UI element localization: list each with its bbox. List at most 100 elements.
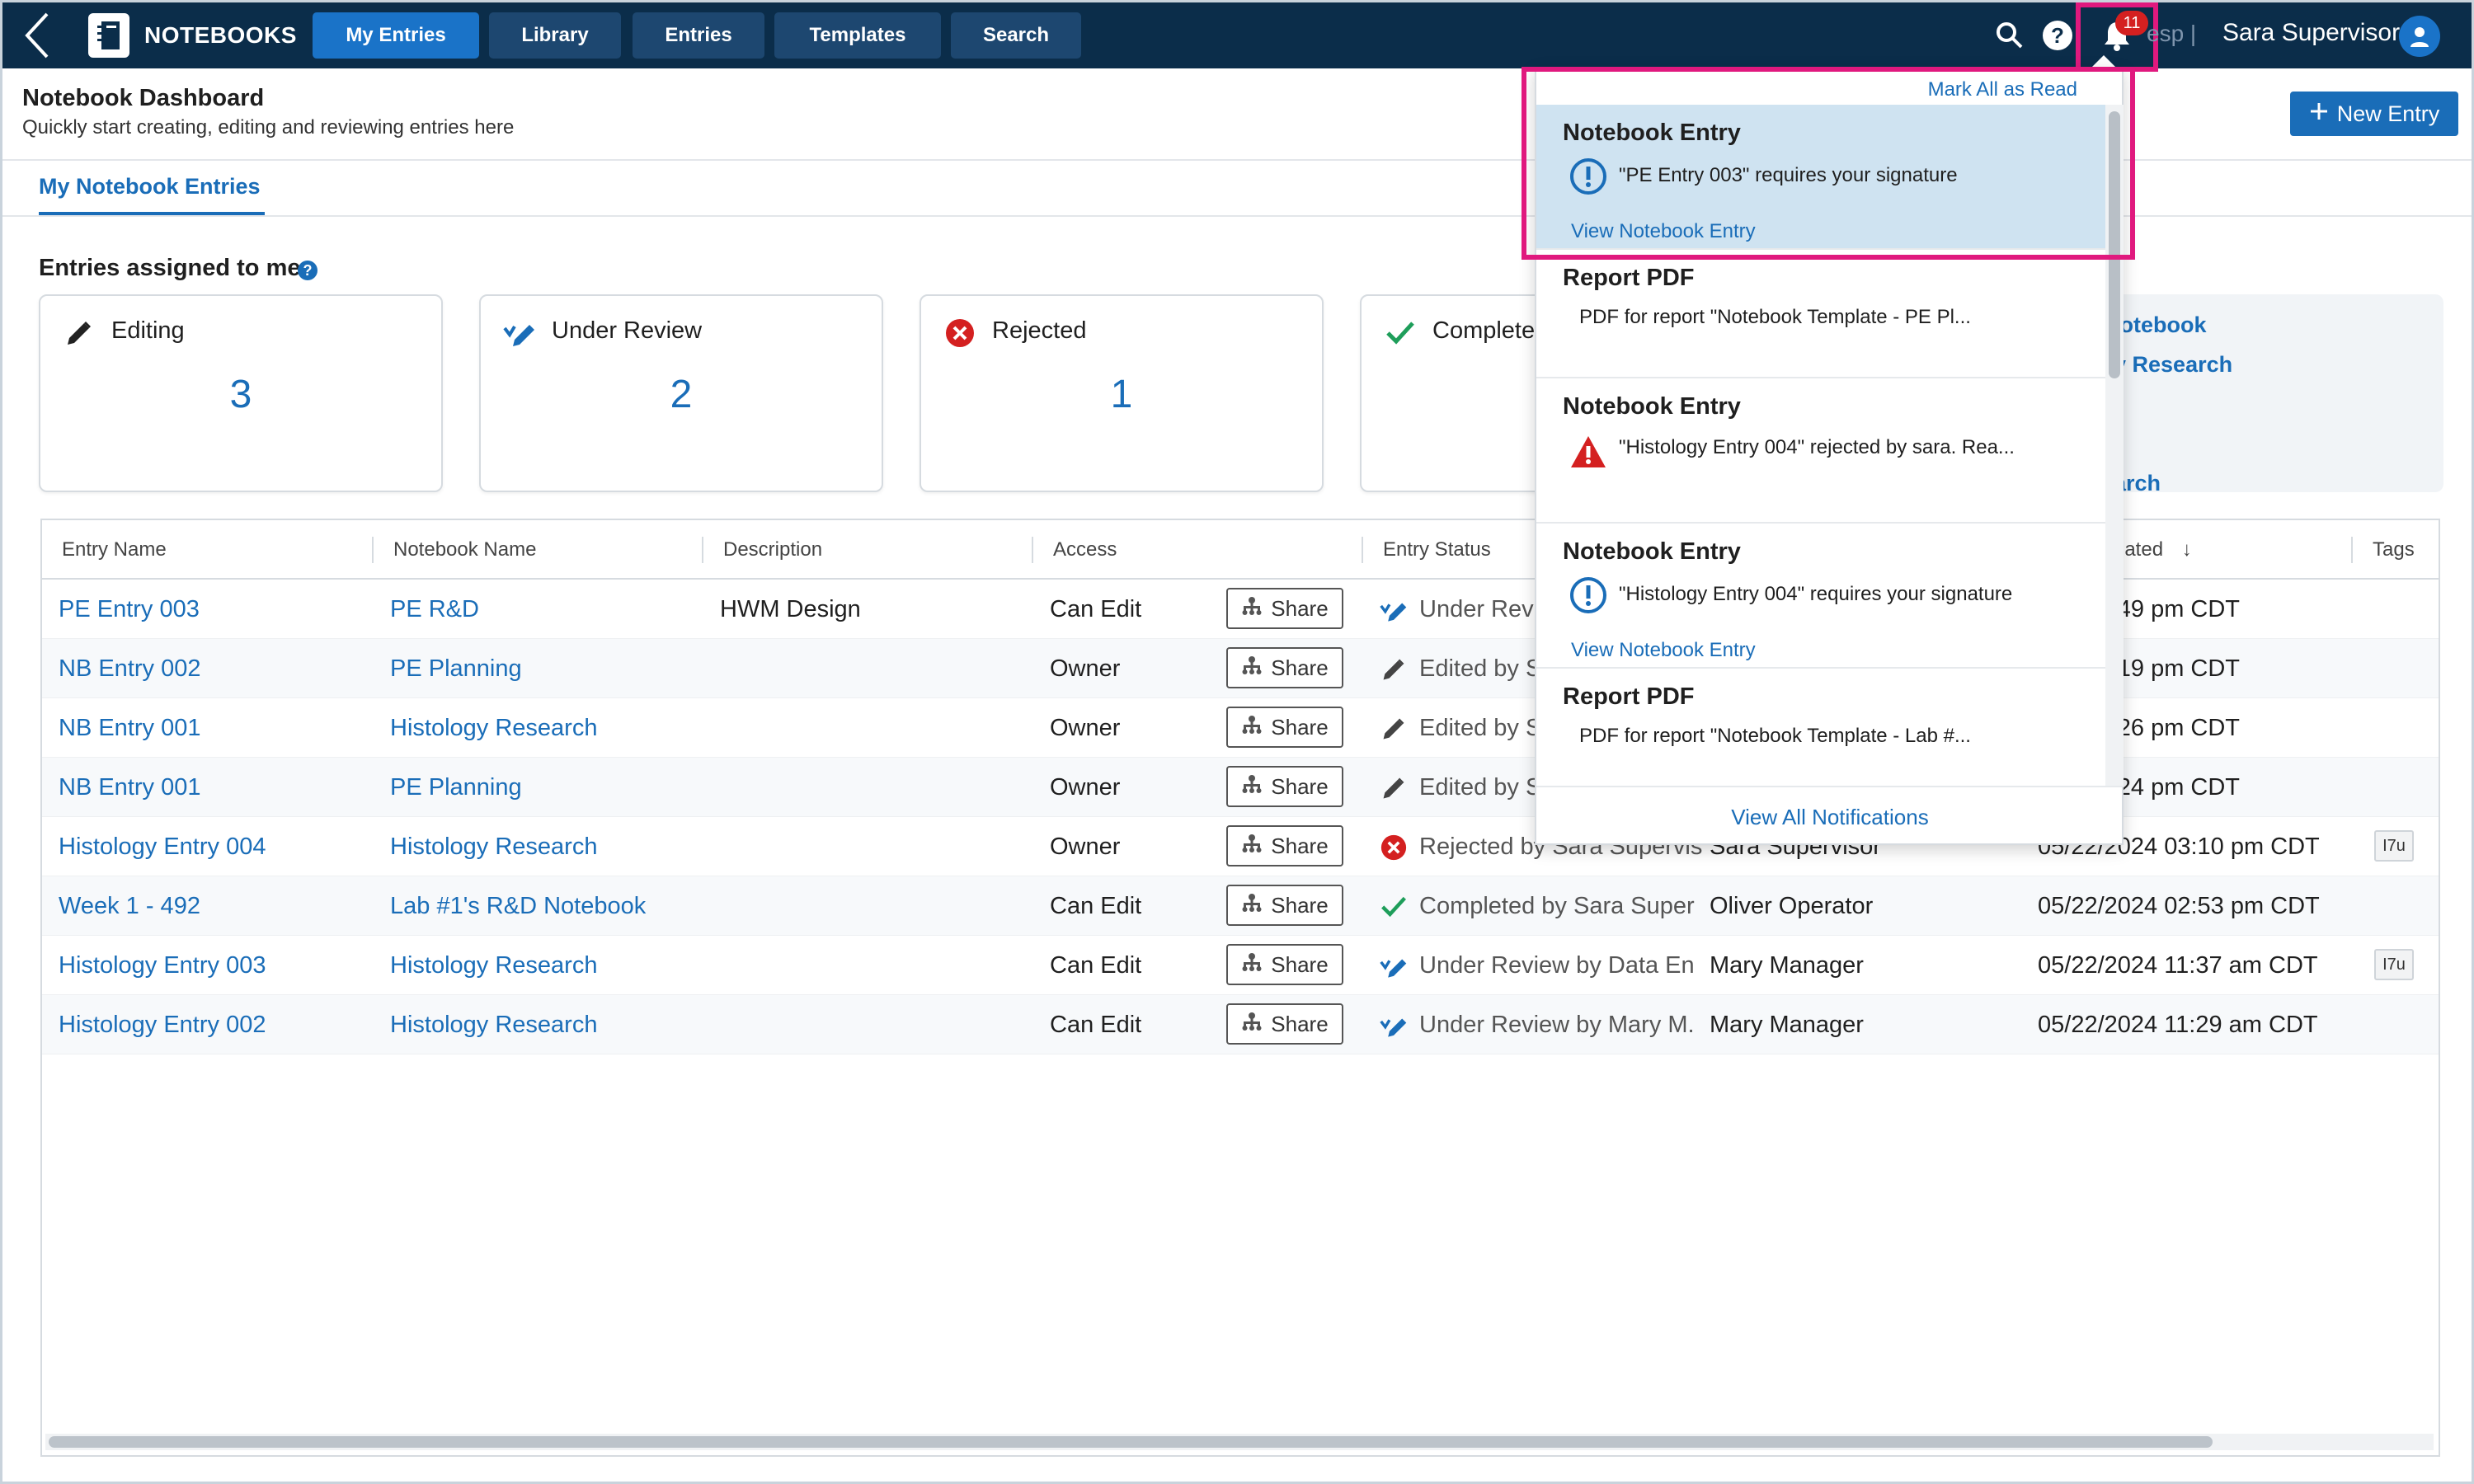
share-hierarchy-icon	[1241, 952, 1263, 978]
info-help-icon[interactable]: ?	[298, 261, 317, 280]
recent-notebook-link[interactable]: lotebook	[2114, 312, 2207, 338]
notebook-name-link[interactable]: Histology Research	[390, 952, 703, 979]
notebook-name-link[interactable]: PE R&D	[390, 596, 703, 623]
card-rejected[interactable]: Rejected 1	[920, 294, 1324, 492]
tab-entries[interactable]: Entries	[633, 12, 764, 59]
column-header-entry-status[interactable]: Entry Status	[1383, 538, 1491, 561]
entry-status-cell: Completed by Sara Super	[1419, 893, 1695, 919]
notification-item[interactable]: Notebook Entry "PE Entry 003" requires y…	[1536, 105, 2105, 250]
column-header-access[interactable]: Access	[1053, 538, 1117, 561]
entry-name-link[interactable]: Histology Entry 003	[59, 952, 372, 979]
share-button[interactable]: Share	[1226, 825, 1343, 866]
rejected-x-icon	[943, 316, 977, 350]
notification-item[interactable]: Notebook Entry "Histology Entry 004" rej…	[1536, 378, 2105, 524]
share-button[interactable]: Share	[1226, 647, 1343, 688]
tab-my-notebook-entries[interactable]: My Notebook Entries	[39, 174, 261, 200]
access-cell: Owner	[1050, 774, 1121, 801]
user-avatar-icon[interactable]	[2399, 16, 2440, 57]
column-header-description[interactable]: Description	[723, 538, 822, 561]
share-label: Share	[1271, 773, 1329, 799]
notebook-name-link[interactable]: PE Planning	[390, 774, 703, 801]
column-divider[interactable]	[1362, 537, 1363, 563]
entry-name-link[interactable]: Histology Entry 004	[59, 834, 372, 861]
access-cell: Can Edit	[1050, 893, 1142, 919]
access-cell: Owner	[1050, 655, 1121, 682]
column-header-tags[interactable]: Tags	[2373, 538, 2415, 561]
share-button[interactable]: Share	[1226, 588, 1343, 629]
new-entry-button[interactable]: New Entry	[2290, 92, 2458, 136]
column-header-entry-name[interactable]: Entry Name	[62, 538, 167, 561]
share-button[interactable]: Share	[1226, 1003, 1343, 1045]
view-notebook-entry-link[interactable]: View Notebook Entry	[1571, 220, 1756, 243]
recent-notebook-link[interactable]: y Research	[2114, 352, 2232, 378]
notebook-name-link[interactable]: PE Planning	[390, 655, 703, 683]
table-row[interactable]: Histology Entry 002 Histology Research Can…	[42, 995, 2439, 1054]
column-divider[interactable]	[372, 537, 374, 563]
card-under-review[interactable]: Under Review 2	[479, 294, 883, 492]
notebook-name-link[interactable]: Histology Research	[390, 1012, 703, 1039]
tab-my-entries[interactable]: My Entries	[313, 12, 479, 59]
back-chevron-icon[interactable]	[17, 7, 57, 63]
assignee-cell: Mary Manager	[1710, 1012, 1864, 1038]
horizontal-scrollbar-thumb[interactable]	[49, 1436, 2213, 1448]
page-title: Notebook Dashboard	[22, 85, 265, 111]
tag-chip[interactable]: I7u	[2374, 830, 2414, 862]
notifications-button[interactable]: 11	[2076, 2, 2158, 72]
rejected-x-icon	[1380, 834, 1408, 862]
notebook-name-link[interactable]: Histology Research	[390, 715, 703, 742]
app-window: NOTEBOOKS My Entries Library Entries Tem…	[0, 0, 2474, 1484]
notebook-name-link[interactable]: Histology Research	[390, 834, 703, 861]
column-divider[interactable]	[2351, 537, 2353, 563]
brand-name: NOTEBOOKS	[144, 22, 297, 48]
notification-list: Notebook Entry "PE Entry 003" requires y…	[1536, 105, 2105, 786]
sort-down-arrow-icon: ↓	[2181, 538, 2192, 561]
column-divider[interactable]	[1032, 537, 1033, 563]
tab-search[interactable]: Search	[951, 12, 1081, 59]
column-header-last-updated[interactable]: lated ↓	[2120, 538, 2192, 561]
share-button[interactable]: Share	[1226, 766, 1343, 807]
entry-name-link[interactable]: NB Entry 001	[59, 774, 372, 801]
last-updated-cell: 05/22/2024 11:29 am CDT	[2038, 1012, 2318, 1038]
help-icon[interactable]: ?	[2041, 19, 2074, 52]
warning-triangle-icon	[1568, 431, 1609, 472]
table-row[interactable]: Week 1 - 492 Lab #1's R&D Notebook Can Edi…	[42, 876, 2439, 936]
tag-chip[interactable]: I7u	[2374, 949, 2414, 980]
notification-message: "PE Entry 003" requires your signature	[1619, 164, 1958, 186]
share-button[interactable]: Share	[1226, 707, 1343, 748]
view-notebook-entry-link[interactable]: View Notebook Entry	[1571, 639, 1756, 662]
tab-library[interactable]: Library	[489, 12, 621, 59]
column-divider[interactable]	[702, 537, 703, 563]
notebook-logo-icon	[88, 13, 129, 58]
entry-name-link[interactable]: NB Entry 002	[59, 655, 372, 683]
user-name[interactable]: Sara Supervisor	[2222, 19, 2400, 47]
notification-item[interactable]: Notebook Entry "Histology Entry 004" req…	[1536, 524, 2105, 669]
notebook-name-link[interactable]: Lab #1's R&D Notebook	[390, 893, 703, 920]
card-editing[interactable]: Editing 3	[39, 294, 443, 492]
tab-templates[interactable]: Templates	[774, 12, 941, 59]
search-icon[interactable]	[1993, 19, 2026, 52]
mark-all-read-link[interactable]: Mark All as Read	[1928, 78, 2077, 101]
notification-item[interactable]: Report PDF PDF for report "Notebook Temp…	[1536, 669, 2105, 786]
brand[interactable]: NOTEBOOKS	[88, 12, 297, 59]
environment-label: esp |	[2147, 21, 2197, 46]
entry-name-link[interactable]: NB Entry 001	[59, 715, 372, 742]
share-label: Share	[1271, 595, 1329, 621]
entry-name-link[interactable]: Histology Entry 002	[59, 1012, 372, 1039]
pencil-icon	[62, 316, 96, 350]
card-label: Rejected	[992, 317, 1087, 344]
share-button[interactable]: Share	[1226, 944, 1343, 985]
notification-item[interactable]: Report PDF PDF for report "Notebook Temp…	[1536, 250, 2105, 378]
entry-name-link[interactable]: Week 1 - 492	[59, 893, 372, 920]
column-header-notebook-name[interactable]: Notebook Name	[393, 538, 536, 561]
card-label: Complete	[1432, 317, 1536, 344]
share-label: Share	[1271, 892, 1329, 918]
share-label: Share	[1271, 833, 1329, 858]
notification-title: Report PDF	[1563, 265, 1695, 291]
share-button[interactable]: Share	[1226, 885, 1343, 926]
table-row[interactable]: Histology Entry 003 Histology Research Can…	[42, 936, 2439, 995]
entry-status-cell: Under Review by Data En	[1419, 952, 1695, 979]
notification-scrollbar-thumb[interactable]	[2109, 111, 2120, 378]
view-all-notifications-link[interactable]: View All Notifications	[1536, 786, 2124, 847]
notification-title: Notebook Entry	[1563, 393, 1741, 420]
entry-name-link[interactable]: PE Entry 003	[59, 596, 372, 623]
